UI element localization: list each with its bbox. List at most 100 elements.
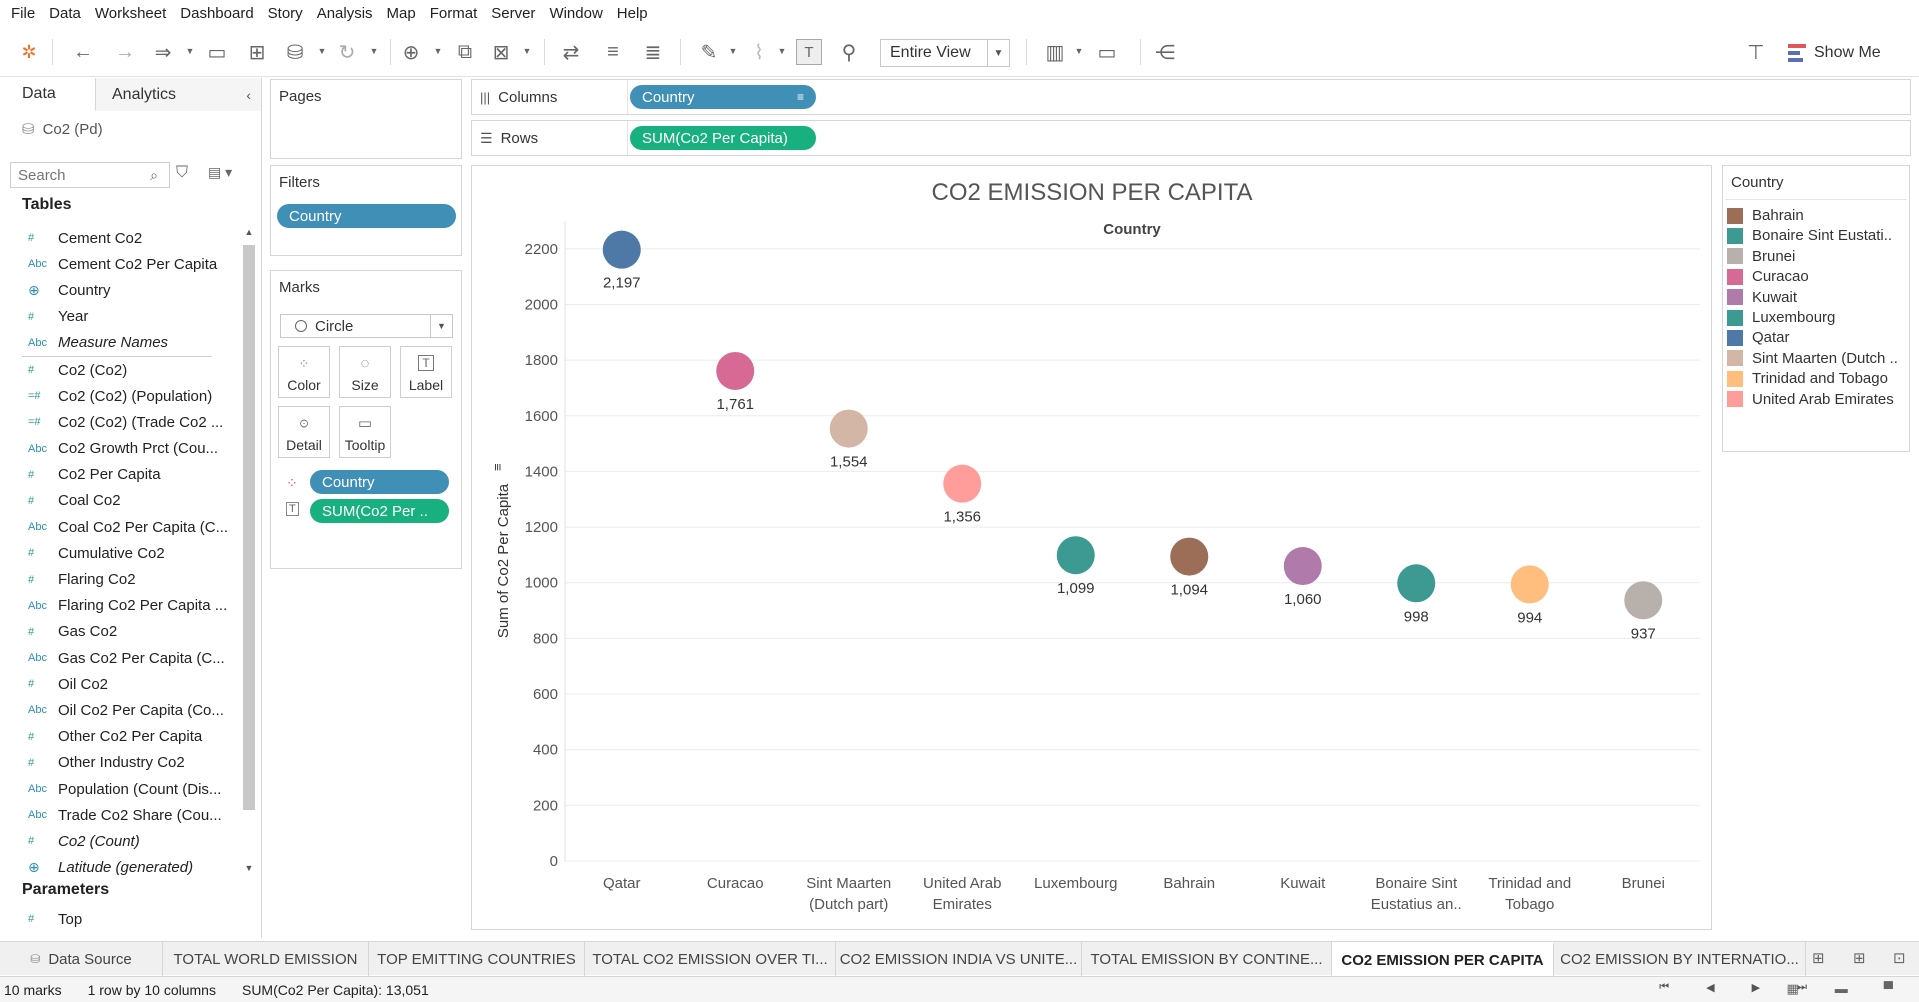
color-legend[interactable]: Country Bahrain Bonaire Sint Eustati.. Bru… — [1722, 165, 1910, 452]
columns-pill-country[interactable]: Country ≡ — [630, 85, 816, 109]
presentation-mode-icon[interactable]: ▭ — [1094, 39, 1120, 65]
format-painter-icon[interactable]: ⊤ — [1743, 39, 1769, 65]
marks-pill-country[interactable]: Country — [310, 470, 449, 494]
data-point[interactable] — [1397, 564, 1436, 603]
new-dashboard-tab-icon[interactable]: ⊞ — [1853, 949, 1866, 967]
field-item[interactable]: # Other Industry Co2 — [0, 750, 240, 776]
tab-data[interactable]: Data — [0, 78, 96, 111]
refresh-dropdown-icon[interactable]: ▼ — [369, 45, 379, 57]
sheet-tab[interactable]: TOP EMITTING COUNTRIES — [369, 942, 585, 976]
swap-rows-columns-icon[interactable]: ⇄ — [558, 39, 584, 65]
color-button[interactable]: ⁘ Color — [278, 346, 330, 398]
field-item[interactable]: Abc Trade Co2 Share (Cou... — [0, 802, 240, 828]
show-mark-labels-icon[interactable]: T — [796, 39, 822, 65]
pages-card[interactable]: Pages — [270, 79, 462, 159]
mark-type-select[interactable]: Circle ▼ — [280, 314, 453, 338]
data-point[interactable] — [1510, 565, 1549, 604]
view-toggle-icon[interactable]: ▤ ▾ — [208, 164, 248, 186]
previous-sheet-icon[interactable]: ◀ — [1706, 981, 1714, 994]
menu-story[interactable]: Story — [261, 0, 310, 27]
sheet-tab[interactable]: CO2 EMISSION PER CAPITA — [1332, 942, 1554, 976]
tab-data-source[interactable]: ⛁ Data Source — [0, 942, 163, 976]
field-item[interactable]: # Oil Co2 — [0, 671, 240, 697]
field-item[interactable]: Abc Flaring Co2 Per Capita ... — [0, 593, 240, 619]
sheet-tab[interactable]: TOTAL WORLD EMISSION — [163, 942, 369, 976]
menu-dashboard[interactable]: Dashboard — [173, 0, 260, 27]
data-point[interactable] — [1170, 537, 1209, 576]
sort-ascending-icon[interactable]: ≡ — [600, 39, 626, 65]
rows-shelf[interactable]: ☰ Rows SUM(Co2 Per Capita) — [471, 120, 1911, 156]
filter-fields-icon[interactable]: ⛉ — [176, 164, 196, 186]
highlight-dropdown-icon[interactable]: ▼ — [728, 45, 738, 57]
menu-file[interactable]: File — [4, 0, 42, 27]
field-item[interactable]: # Gas Co2 — [0, 619, 240, 645]
menu-format[interactable]: Format — [423, 0, 485, 27]
sheet-tab[interactable]: TOTAL EMISSION BY CONTINE... — [1082, 942, 1332, 976]
share-icon[interactable]: ⋲ — [1152, 39, 1178, 65]
field-item[interactable]: # Cement Co2 — [0, 225, 240, 251]
detail-button[interactable]: ꖴ Detail — [278, 406, 330, 458]
chevron-down-icon[interactable]: ▼ — [430, 315, 452, 337]
group-dropdown-icon[interactable]: ▼ — [777, 45, 787, 57]
field-item[interactable]: Abc Population (Count (Dis... — [0, 776, 240, 802]
new-worksheet-tab-icon[interactable]: ⊞ — [1812, 949, 1825, 967]
save-icon[interactable]: ▭ — [204, 39, 230, 65]
tabs-view-icon[interactable]: ▀ — [1884, 981, 1893, 997]
field-item[interactable]: # Coal Co2 — [0, 488, 240, 514]
menu-window[interactable]: Window — [542, 0, 609, 27]
menu-map[interactable]: Map — [380, 0, 423, 27]
new-worksheet-dropdown-icon[interactable]: ▼ — [433, 45, 443, 57]
data-point[interactable] — [716, 351, 755, 390]
menu-analysis[interactable]: Analysis — [310, 0, 380, 27]
field-item[interactable]: Abc Gas Co2 Per Capita (C... — [0, 645, 240, 671]
undo-icon[interactable]: ← — [70, 39, 96, 65]
show-cards-dropdown-icon[interactable]: ▼ — [1074, 45, 1084, 57]
field-item[interactable]: Abc Cement Co2 Per Capita — [0, 251, 240, 277]
sheet-tab[interactable]: CO2 EMISSION INDIA VS UNITE... — [836, 942, 1082, 976]
clear-sheet-icon[interactable]: ⊠ — [488, 39, 514, 65]
menu-server[interactable]: Server — [484, 0, 542, 27]
menu-help[interactable]: Help — [610, 0, 655, 27]
field-item[interactable]: Abc Measure Names — [0, 330, 240, 356]
datasource-item[interactable]: ⛁ Co2 (Pd) — [22, 118, 103, 140]
field-item[interactable]: # Flaring Co2 — [0, 566, 240, 592]
tableau-logo-icon[interactable]: ✲ — [16, 39, 42, 65]
next-sheet-icon[interactable]: ▶ — [1752, 981, 1760, 994]
clear-dropdown-icon[interactable]: ▼ — [522, 45, 532, 57]
field-list-scrollbar[interactable]: ▲ ▼ — [242, 225, 256, 875]
highlight-icon[interactable]: ✎ — [696, 39, 722, 65]
field-item[interactable]: # Cumulative Co2 — [0, 540, 240, 566]
sort-descending-icon[interactable]: ≣ — [640, 39, 666, 65]
field-item[interactable]: # Co2 (Count) — [0, 828, 240, 854]
data-point[interactable] — [829, 409, 868, 448]
filmstrip-icon[interactable]: ▬ — [1835, 981, 1848, 997]
data-point[interactable] — [1056, 536, 1095, 575]
field-item[interactable]: # Co2 Per Capita — [0, 462, 240, 488]
data-point[interactable] — [602, 230, 641, 269]
field-item[interactable]: =# Co2 (Co2) (Population) — [0, 383, 240, 409]
field-item[interactable]: =# Co2 (Co2) (Trade Co2 ... — [0, 409, 240, 435]
pause-dropdown-icon[interactable]: ▼ — [317, 45, 327, 57]
duplicate-sheet-icon[interactable]: ⧉ — [452, 39, 478, 65]
label-button[interactable]: T Label — [400, 346, 452, 398]
collapse-pane-icon[interactable]: ‹ — [246, 87, 251, 103]
scroll-down-icon[interactable]: ▼ — [242, 861, 256, 875]
pause-updates-icon[interactable]: ⛁ — [282, 39, 308, 65]
new-worksheet-icon[interactable]: ⊕ — [398, 39, 424, 65]
worksheet-view[interactable]: CO2 EMISSION PER CAPITA Country 0 200 400 600… — [471, 165, 1712, 930]
field-item[interactable]: Abc Coal Co2 Per Capita (C... — [0, 514, 240, 540]
sheet-tab[interactable]: TOTAL CO2 EMISSION OVER TI... — [585, 942, 836, 976]
data-point[interactable] — [1283, 547, 1322, 586]
tooltip-button[interactable]: ▭ Tooltip — [339, 406, 391, 458]
tab-analytics[interactable]: Analytics ‹ — [96, 78, 261, 111]
fix-axes-icon[interactable]: ⚲ — [836, 39, 862, 65]
replay-dropdown-icon[interactable]: ▼ — [185, 45, 195, 57]
field-item[interactable]: # Co2 (Co2) — [0, 357, 240, 383]
fit-view-select[interactable]: Entire View ▼ — [880, 39, 1010, 67]
new-story-tab-icon[interactable]: ⊡ — [1893, 949, 1906, 967]
size-button[interactable]: ◌ Size — [339, 346, 391, 398]
scroll-up-icon[interactable]: ▲ — [242, 225, 256, 239]
field-item[interactable]: ⊕ Latitude (generated) — [0, 855, 240, 875]
first-sheet-icon[interactable]: ⏮ — [1659, 981, 1669, 994]
show-me-button[interactable]: Show Me — [1788, 39, 1908, 67]
